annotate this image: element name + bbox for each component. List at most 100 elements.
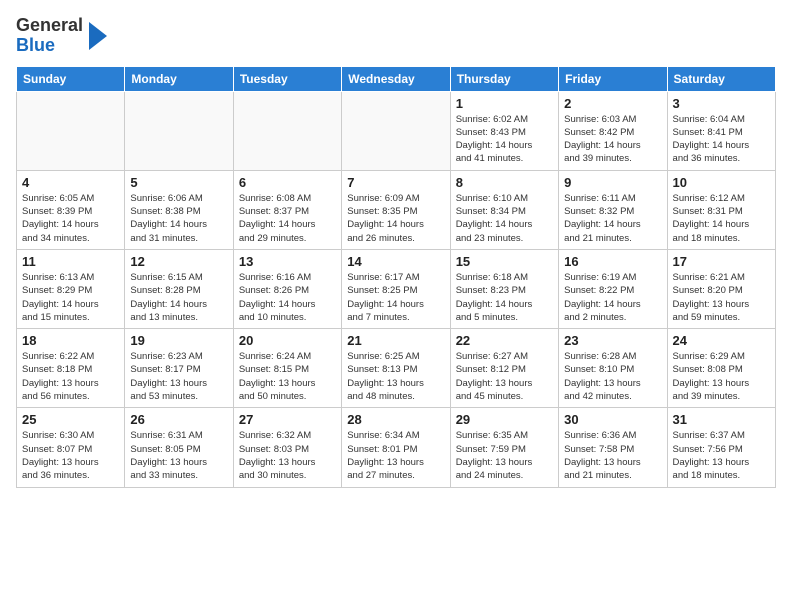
calendar-cell: 25 Sunrise: 6:30 AM Sunset: 8:07 PM Dayli… [17,408,125,487]
day-number: 31 [673,412,770,427]
day-number: 18 [22,333,119,348]
day-info: Sunrise: 6:15 AM Sunset: 8:28 PM Dayligh… [130,271,227,324]
day-number: 29 [456,412,553,427]
day-number: 2 [564,96,661,111]
day-info: Sunrise: 6:34 AM Sunset: 8:01 PM Dayligh… [347,429,444,482]
calendar-cell: 20Sunrise: 6:24 AM Sunset: 8:15 PM Dayli… [233,329,341,408]
weekday-header-wednesday: Wednesday [342,66,450,91]
day-info: Sunrise: 6:06 AM Sunset: 8:38 PM Dayligh… [130,192,227,245]
calendar-cell: 19 Sunrise: 6:23 AM Sunset: 8:17 PM Dayli… [125,329,233,408]
logo-general: General [16,15,83,35]
day-number: 8 [456,175,553,190]
day-number: 6 [239,175,336,190]
day-info: Sunrise: 6:32 AM Sunset: 8:03 PM Dayligh… [239,429,336,482]
day-info: Sunrise: 6:30 AM Sunset: 8:07 PM Dayligh… [22,429,119,482]
logo: General Blue [16,16,107,56]
day-info: Sunrise: 6:36 AM Sunset: 7:58 PM Dayligh… [564,429,661,482]
calendar-cell [125,91,233,170]
day-info: Sunrise: 6:12 AM Sunset: 8:31 PM Dayligh… [673,192,770,245]
day-number: 14 [347,254,444,269]
calendar-cell: 2 Sunrise: 6:03 AM Sunset: 8:42 PM Daylig… [559,91,667,170]
day-number: 1 [456,96,553,111]
calendar-cell: 5 Sunrise: 6:06 AM Sunset: 8:38 PM Daylig… [125,170,233,249]
day-info: Sunrise: 6:35 AM Sunset: 7:59 PM Dayligh… [456,429,553,482]
calendar-cell: 18 Sunrise: 6:22 AM Sunset: 8:18 PM Dayli… [17,329,125,408]
day-number: 25 [22,412,119,427]
day-info: Sunrise: 6:18 AM Sunset: 8:23 PM Dayligh… [456,271,553,324]
day-number: 23 [564,333,661,348]
day-number: 15 [456,254,553,269]
day-number: 7 [347,175,444,190]
calendar-cell: 28 Sunrise: 6:34 AM Sunset: 8:01 PM Dayli… [342,408,450,487]
weekday-header-tuesday: Tuesday [233,66,341,91]
calendar-cell: 17Sunrise: 6:21 AM Sunset: 8:20 PM Dayli… [667,249,775,328]
calendar-cell [342,91,450,170]
day-info: Sunrise: 6:11 AM Sunset: 8:32 PM Dayligh… [564,192,661,245]
day-number: 5 [130,175,227,190]
day-info: Sunrise: 6:29 AM Sunset: 8:08 PM Dayligh… [673,350,770,403]
calendar-cell: 23 Sunrise: 6:28 AM Sunset: 8:10 PM Dayli… [559,329,667,408]
calendar-cell: 21Sunrise: 6:25 AM Sunset: 8:13 PM Dayli… [342,329,450,408]
calendar-cell: 15 Sunrise: 6:18 AM Sunset: 8:23 PM Dayli… [450,249,558,328]
calendar-cell: 22Sunrise: 6:27 AM Sunset: 8:12 PM Dayli… [450,329,558,408]
calendar-cell [233,91,341,170]
day-number: 11 [22,254,119,269]
calendar-cell: 30Sunrise: 6:36 AM Sunset: 7:58 PM Dayli… [559,408,667,487]
calendar-table: SundayMondayTuesdayWednesdayThursdayFrid… [16,66,776,488]
day-number: 26 [130,412,227,427]
day-info: Sunrise: 6:19 AM Sunset: 8:22 PM Dayligh… [564,271,661,324]
day-info: Sunrise: 6:25 AM Sunset: 8:13 PM Dayligh… [347,350,444,403]
calendar-cell: 27 Sunrise: 6:32 AM Sunset: 8:03 PM Dayli… [233,408,341,487]
calendar-cell: 16 Sunrise: 6:19 AM Sunset: 8:22 PM Dayli… [559,249,667,328]
calendar-cell: 11 Sunrise: 6:13 AM Sunset: 8:29 PM Dayli… [17,249,125,328]
day-number: 19 [130,333,227,348]
day-info: Sunrise: 6:02 AM Sunset: 8:43 PM Dayligh… [456,113,553,166]
calendar-cell: 7 Sunrise: 6:09 AM Sunset: 8:35 PM Daylig… [342,170,450,249]
calendar-cell: 4 Sunrise: 6:05 AM Sunset: 8:39 PM Daylig… [17,170,125,249]
weekday-header-sunday: Sunday [17,66,125,91]
day-number: 16 [564,254,661,269]
calendar-cell: 9 Sunrise: 6:11 AM Sunset: 8:32 PM Daylig… [559,170,667,249]
calendar-cell: 13 Sunrise: 6:16 AM Sunset: 8:26 PM Dayli… [233,249,341,328]
day-number: 28 [347,412,444,427]
calendar-cell: 26Sunrise: 6:31 AM Sunset: 8:05 PM Dayli… [125,408,233,487]
day-info: Sunrise: 6:27 AM Sunset: 8:12 PM Dayligh… [456,350,553,403]
weekday-header-thursday: Thursday [450,66,558,91]
day-info: Sunrise: 6:17 AM Sunset: 8:25 PM Dayligh… [347,271,444,324]
day-info: Sunrise: 6:16 AM Sunset: 8:26 PM Dayligh… [239,271,336,324]
calendar-cell: 31 Sunrise: 6:37 AM Sunset: 7:56 PM Dayli… [667,408,775,487]
day-info: Sunrise: 6:22 AM Sunset: 8:18 PM Dayligh… [22,350,119,403]
day-info: Sunrise: 6:23 AM Sunset: 8:17 PM Dayligh… [130,350,227,403]
calendar-cell: 24 Sunrise: 6:29 AM Sunset: 8:08 PM Dayli… [667,329,775,408]
calendar-cell: 14 Sunrise: 6:17 AM Sunset: 8:25 PM Dayli… [342,249,450,328]
calendar-cell: 6 Sunrise: 6:08 AM Sunset: 8:37 PM Daylig… [233,170,341,249]
day-number: 9 [564,175,661,190]
day-number: 24 [673,333,770,348]
day-number: 3 [673,96,770,111]
day-info: Sunrise: 6:05 AM Sunset: 8:39 PM Dayligh… [22,192,119,245]
weekday-header-saturday: Saturday [667,66,775,91]
day-info: Sunrise: 6:03 AM Sunset: 8:42 PM Dayligh… [564,113,661,166]
calendar-cell: 8 Sunrise: 6:10 AM Sunset: 8:34 PM Daylig… [450,170,558,249]
day-info: Sunrise: 6:08 AM Sunset: 8:37 PM Dayligh… [239,192,336,245]
calendar-cell: 3 Sunrise: 6:04 AM Sunset: 8:41 PM Daylig… [667,91,775,170]
day-info: Sunrise: 6:21 AM Sunset: 8:20 PM Dayligh… [673,271,770,324]
logo-arrow-icon [89,22,107,50]
logo-blue: Blue [16,35,55,55]
calendar-cell: 10Sunrise: 6:12 AM Sunset: 8:31 PM Dayli… [667,170,775,249]
day-number: 13 [239,254,336,269]
day-info: Sunrise: 6:10 AM Sunset: 8:34 PM Dayligh… [456,192,553,245]
day-number: 27 [239,412,336,427]
day-number: 4 [22,175,119,190]
day-info: Sunrise: 6:28 AM Sunset: 8:10 PM Dayligh… [564,350,661,403]
weekday-header-monday: Monday [125,66,233,91]
calendar-cell [17,91,125,170]
day-info: Sunrise: 6:37 AM Sunset: 7:56 PM Dayligh… [673,429,770,482]
page-header: General Blue [16,16,776,56]
calendar-cell: 12Sunrise: 6:15 AM Sunset: 8:28 PM Dayli… [125,249,233,328]
day-info: Sunrise: 6:13 AM Sunset: 8:29 PM Dayligh… [22,271,119,324]
calendar-cell: 29 Sunrise: 6:35 AM Sunset: 7:59 PM Dayli… [450,408,558,487]
day-info: Sunrise: 6:24 AM Sunset: 8:15 PM Dayligh… [239,350,336,403]
day-info: Sunrise: 6:04 AM Sunset: 8:41 PM Dayligh… [673,113,770,166]
day-info: Sunrise: 6:09 AM Sunset: 8:35 PM Dayligh… [347,192,444,245]
